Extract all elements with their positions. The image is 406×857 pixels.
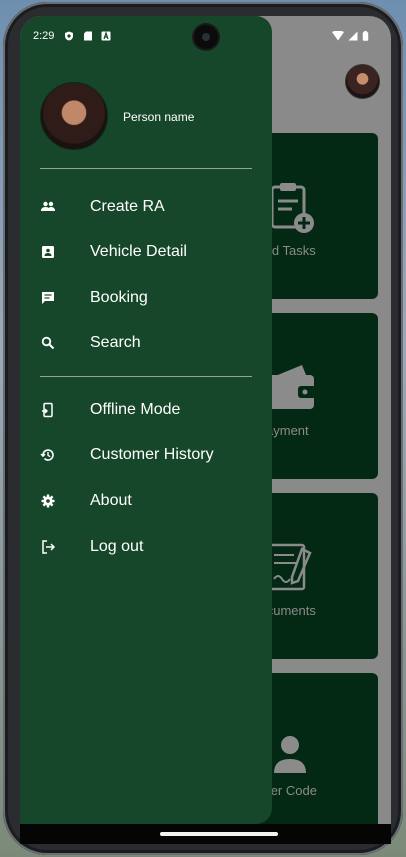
phone-offline-icon [42, 402, 53, 418]
app-avatar[interactable] [345, 64, 380, 99]
profile-avatar[interactable] [40, 82, 108, 150]
navigation-bar [20, 824, 391, 844]
menu-item-customer-history[interactable]: Customer History [20, 435, 272, 475]
logout-icon [42, 540, 56, 554]
signal-icon [348, 31, 358, 41]
menu-label: Customer History [90, 446, 214, 463]
home-indicator[interactable] [160, 832, 278, 836]
history-icon [40, 449, 54, 461]
shield-icon [65, 31, 73, 41]
menu-label: Search [90, 334, 141, 351]
status-bar: 2:29 [20, 16, 391, 54]
chat-icon [42, 292, 54, 304]
menu-item-create-ra[interactable]: Create RA [20, 187, 272, 227]
sim-card-icon [84, 31, 92, 41]
menu-item-offline-mode[interactable]: Offline Mode [20, 390, 272, 430]
screen: gned Tasks Payment Documents tomer Code … [20, 16, 391, 824]
navigation-drawer: Person name Create RA Vehicle Detail Boo… [20, 16, 272, 824]
profile-name: Person name [123, 110, 195, 124]
menu-label: Vehicle Detail [90, 243, 187, 260]
gear-icon [41, 494, 55, 508]
menu-item-log-out[interactable]: Log out [20, 527, 272, 567]
menu-item-search[interactable]: Search [20, 323, 272, 363]
phone-frame: gned Tasks Payment Documents tomer Code … [3, 2, 403, 855]
people-icon [41, 201, 55, 211]
id-card-icon [42, 246, 54, 258]
wifi-icon [332, 31, 344, 41]
search-icon [41, 336, 55, 350]
menu-label: Offline Mode [90, 401, 181, 418]
menu-item-about[interactable]: About [20, 481, 272, 521]
menu-label: Log out [90, 538, 144, 555]
status-time: 2:29 [33, 30, 55, 42]
menu-label: Booking [90, 289, 148, 306]
divider [40, 376, 252, 377]
menu-label: Create RA [90, 198, 165, 215]
menu-item-vehicle-detail[interactable]: Vehicle Detail [20, 232, 272, 272]
menu-label: About [90, 492, 132, 509]
text-format-icon [101, 31, 111, 41]
battery-icon [362, 31, 369, 41]
menu-item-booking[interactable]: Booking [20, 278, 272, 318]
front-camera [194, 25, 218, 49]
divider [40, 168, 252, 169]
